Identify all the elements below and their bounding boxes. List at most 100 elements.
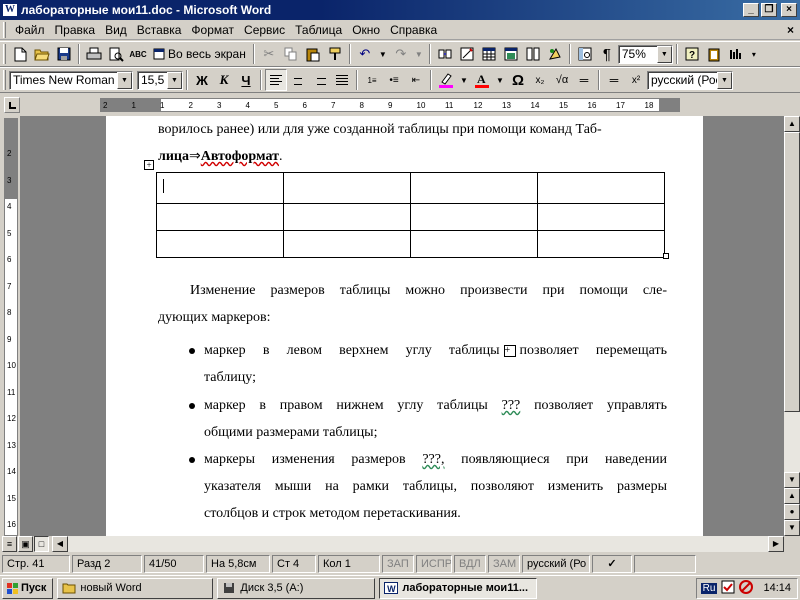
drawing-icon[interactable] — [544, 43, 566, 65]
horizontal-ruler[interactable]: 2 1 1 2 3 4 5 6 7 8 9 10 11 12 13 14 15 16 17 18 — [100, 98, 680, 112]
redo-icon[interactable]: ↷ — [390, 43, 412, 65]
horizontal-scrollbar[interactable]: ◀ ▶ — [52, 536, 784, 552]
zoom-select[interactable]: 75% ▼ — [617, 44, 673, 64]
browse-object-icon[interactable]: ● — [784, 504, 800, 520]
undo-dropdown-icon[interactable]: ▼ — [376, 43, 390, 65]
toolbar-grip[interactable] — [3, 70, 6, 90]
scroll-up-icon[interactable]: ▲ — [784, 116, 800, 132]
insert-table-icon[interactable] — [478, 43, 500, 65]
task-new-word[interactable]: новый Word — [57, 577, 214, 599]
title-bar[interactable]: W лабораторные мои11.doc - Microsoft Wor… — [0, 0, 800, 20]
insert-excel-icon[interactable] — [500, 43, 522, 65]
table-cell[interactable] — [537, 172, 665, 204]
start-button[interactable]: Пуск — [2, 577, 54, 599]
table-cell[interactable] — [410, 172, 538, 204]
underline-button[interactable]: Ч — [235, 69, 257, 91]
table-cell[interactable] — [283, 230, 411, 258]
fullscreen-button[interactable]: Во весь экран — [149, 47, 250, 61]
tables-borders-icon[interactable] — [456, 43, 478, 65]
menu-window[interactable]: Окно — [347, 23, 385, 37]
chevron-down-icon[interactable]: ▼ — [167, 71, 182, 89]
document-map-icon[interactable] — [574, 43, 596, 65]
toolbar-grip[interactable] — [3, 44, 6, 64]
table-cell[interactable] — [410, 203, 538, 231]
highlight-icon[interactable] — [435, 69, 457, 91]
font-color-dropdown-icon[interactable]: ▼ — [493, 69, 507, 91]
bullets-icon[interactable]: •≡ — [383, 69, 405, 91]
table-cell[interactable] — [537, 230, 665, 258]
table-cell[interactable] — [156, 230, 284, 258]
border-icon[interactable]: ═ — [603, 69, 625, 91]
web-layout-icon[interactable]: ▣ — [18, 536, 33, 552]
status-trk[interactable]: ИСПР — [416, 555, 452, 573]
table-cell[interactable] — [156, 172, 284, 204]
document-page[interactable]: ворилось ранее) или для уже созданной та… — [106, 116, 703, 536]
mixed-toolbar-icon[interactable] — [725, 43, 747, 65]
menu-edit[interactable]: Правка — [50, 23, 101, 37]
tray-language-indicator[interactable]: Ru — [700, 582, 718, 594]
chevron-down-icon[interactable]: ▼ — [656, 45, 672, 63]
menu-grip[interactable] — [3, 21, 6, 38]
toolbar-options-icon[interactable]: ▾ — [747, 43, 761, 65]
word-app-icon[interactable]: W — [2, 3, 18, 17]
status-rec[interactable]: ЗАП — [382, 555, 414, 573]
vertical-ruler[interactable]: 2 3 4 5 6 7 8 9 10 11 12 13 14 15 16 — [4, 118, 18, 536]
align-right-icon[interactable] — [309, 69, 331, 91]
task-floppy[interactable]: Диск 3,5 (A:) — [217, 577, 376, 599]
status-ext[interactable]: ВДЛ — [454, 555, 486, 573]
decrease-indent-icon[interactable]: ⇤ — [405, 69, 427, 91]
ruler-top-margin[interactable] — [5, 119, 17, 199]
tab-selector-button[interactable] — [4, 97, 20, 113]
tray-clock[interactable]: 14:14 — [763, 582, 791, 594]
numbering-icon[interactable]: 1≡ — [361, 69, 383, 91]
table-cell[interactable] — [156, 203, 284, 231]
new-document-icon[interactable] — [9, 43, 31, 65]
cut-icon[interactable]: ✂ — [258, 43, 280, 65]
redo-dropdown-icon[interactable]: ▼ — [412, 43, 426, 65]
subscript-icon[interactable]: x₂ — [529, 69, 551, 91]
menu-table[interactable]: Таблица — [290, 23, 347, 37]
table-cell[interactable] — [410, 230, 538, 258]
ruler-right-margin[interactable] — [659, 99, 679, 111]
open-folder-icon[interactable] — [31, 43, 53, 65]
font-size-select[interactable]: 15,5 ▼ — [137, 70, 183, 90]
save-icon[interactable] — [53, 43, 75, 65]
align-justify-icon[interactable] — [331, 69, 353, 91]
symbol-omega-icon[interactable]: Ω — [507, 69, 529, 91]
clipboard-icon[interactable] — [703, 43, 725, 65]
undo-icon[interactable]: ↶ — [354, 43, 376, 65]
table-resize-handle-icon[interactable] — [663, 253, 669, 259]
align-justify-left-icon[interactable] — [265, 69, 287, 91]
chevron-down-icon[interactable]: ▼ — [117, 71, 132, 89]
equation-icon[interactable]: √α — [551, 69, 573, 91]
menu-format[interactable]: Формат — [186, 23, 239, 37]
task-word-document[interactable]: W лабораторные мои11... — [379, 577, 538, 599]
bold-button[interactable]: Ж — [191, 69, 213, 91]
superscript-icon[interactable]: x² — [625, 69, 647, 91]
tray-no-sound-icon[interactable] — [739, 579, 754, 597]
print-preview-icon[interactable] — [105, 43, 127, 65]
close-button[interactable]: × — [781, 3, 797, 17]
table-cell[interactable] — [537, 203, 665, 231]
next-page-icon[interactable]: ▼ — [784, 520, 800, 536]
scroll-down-icon[interactable]: ▼ — [784, 472, 800, 488]
empty-table[interactable] — [156, 172, 665, 258]
spelling-icon[interactable]: ABC — [127, 43, 149, 65]
table-cell[interactable] — [283, 203, 411, 231]
menu-insert[interactable]: Вставка — [132, 23, 187, 37]
scroll-left-icon[interactable]: ◀ — [52, 536, 68, 552]
tray-spell-icon[interactable] — [721, 580, 735, 597]
align-center-icon[interactable] — [287, 69, 309, 91]
chevron-down-icon[interactable]: ▼ — [717, 71, 732, 89]
spelling-status-icon[interactable]: ✓ — [592, 555, 632, 573]
highlight-dropdown-icon[interactable]: ▼ — [457, 69, 471, 91]
maximize-button[interactable]: ❐ — [761, 3, 777, 17]
language-select[interactable]: русский (Росс ▼ — [647, 70, 733, 90]
table-move-handle-icon[interactable]: + — [144, 160, 154, 170]
print-icon[interactable] — [83, 43, 105, 65]
vertical-scroll-thumb[interactable] — [784, 132, 800, 412]
menu-tools[interactable]: Сервис — [239, 23, 290, 37]
scroll-right-icon[interactable]: ▶ — [768, 536, 784, 552]
status-ovr[interactable]: ЗАМ — [488, 555, 520, 573]
format-painter-icon[interactable] — [324, 43, 346, 65]
